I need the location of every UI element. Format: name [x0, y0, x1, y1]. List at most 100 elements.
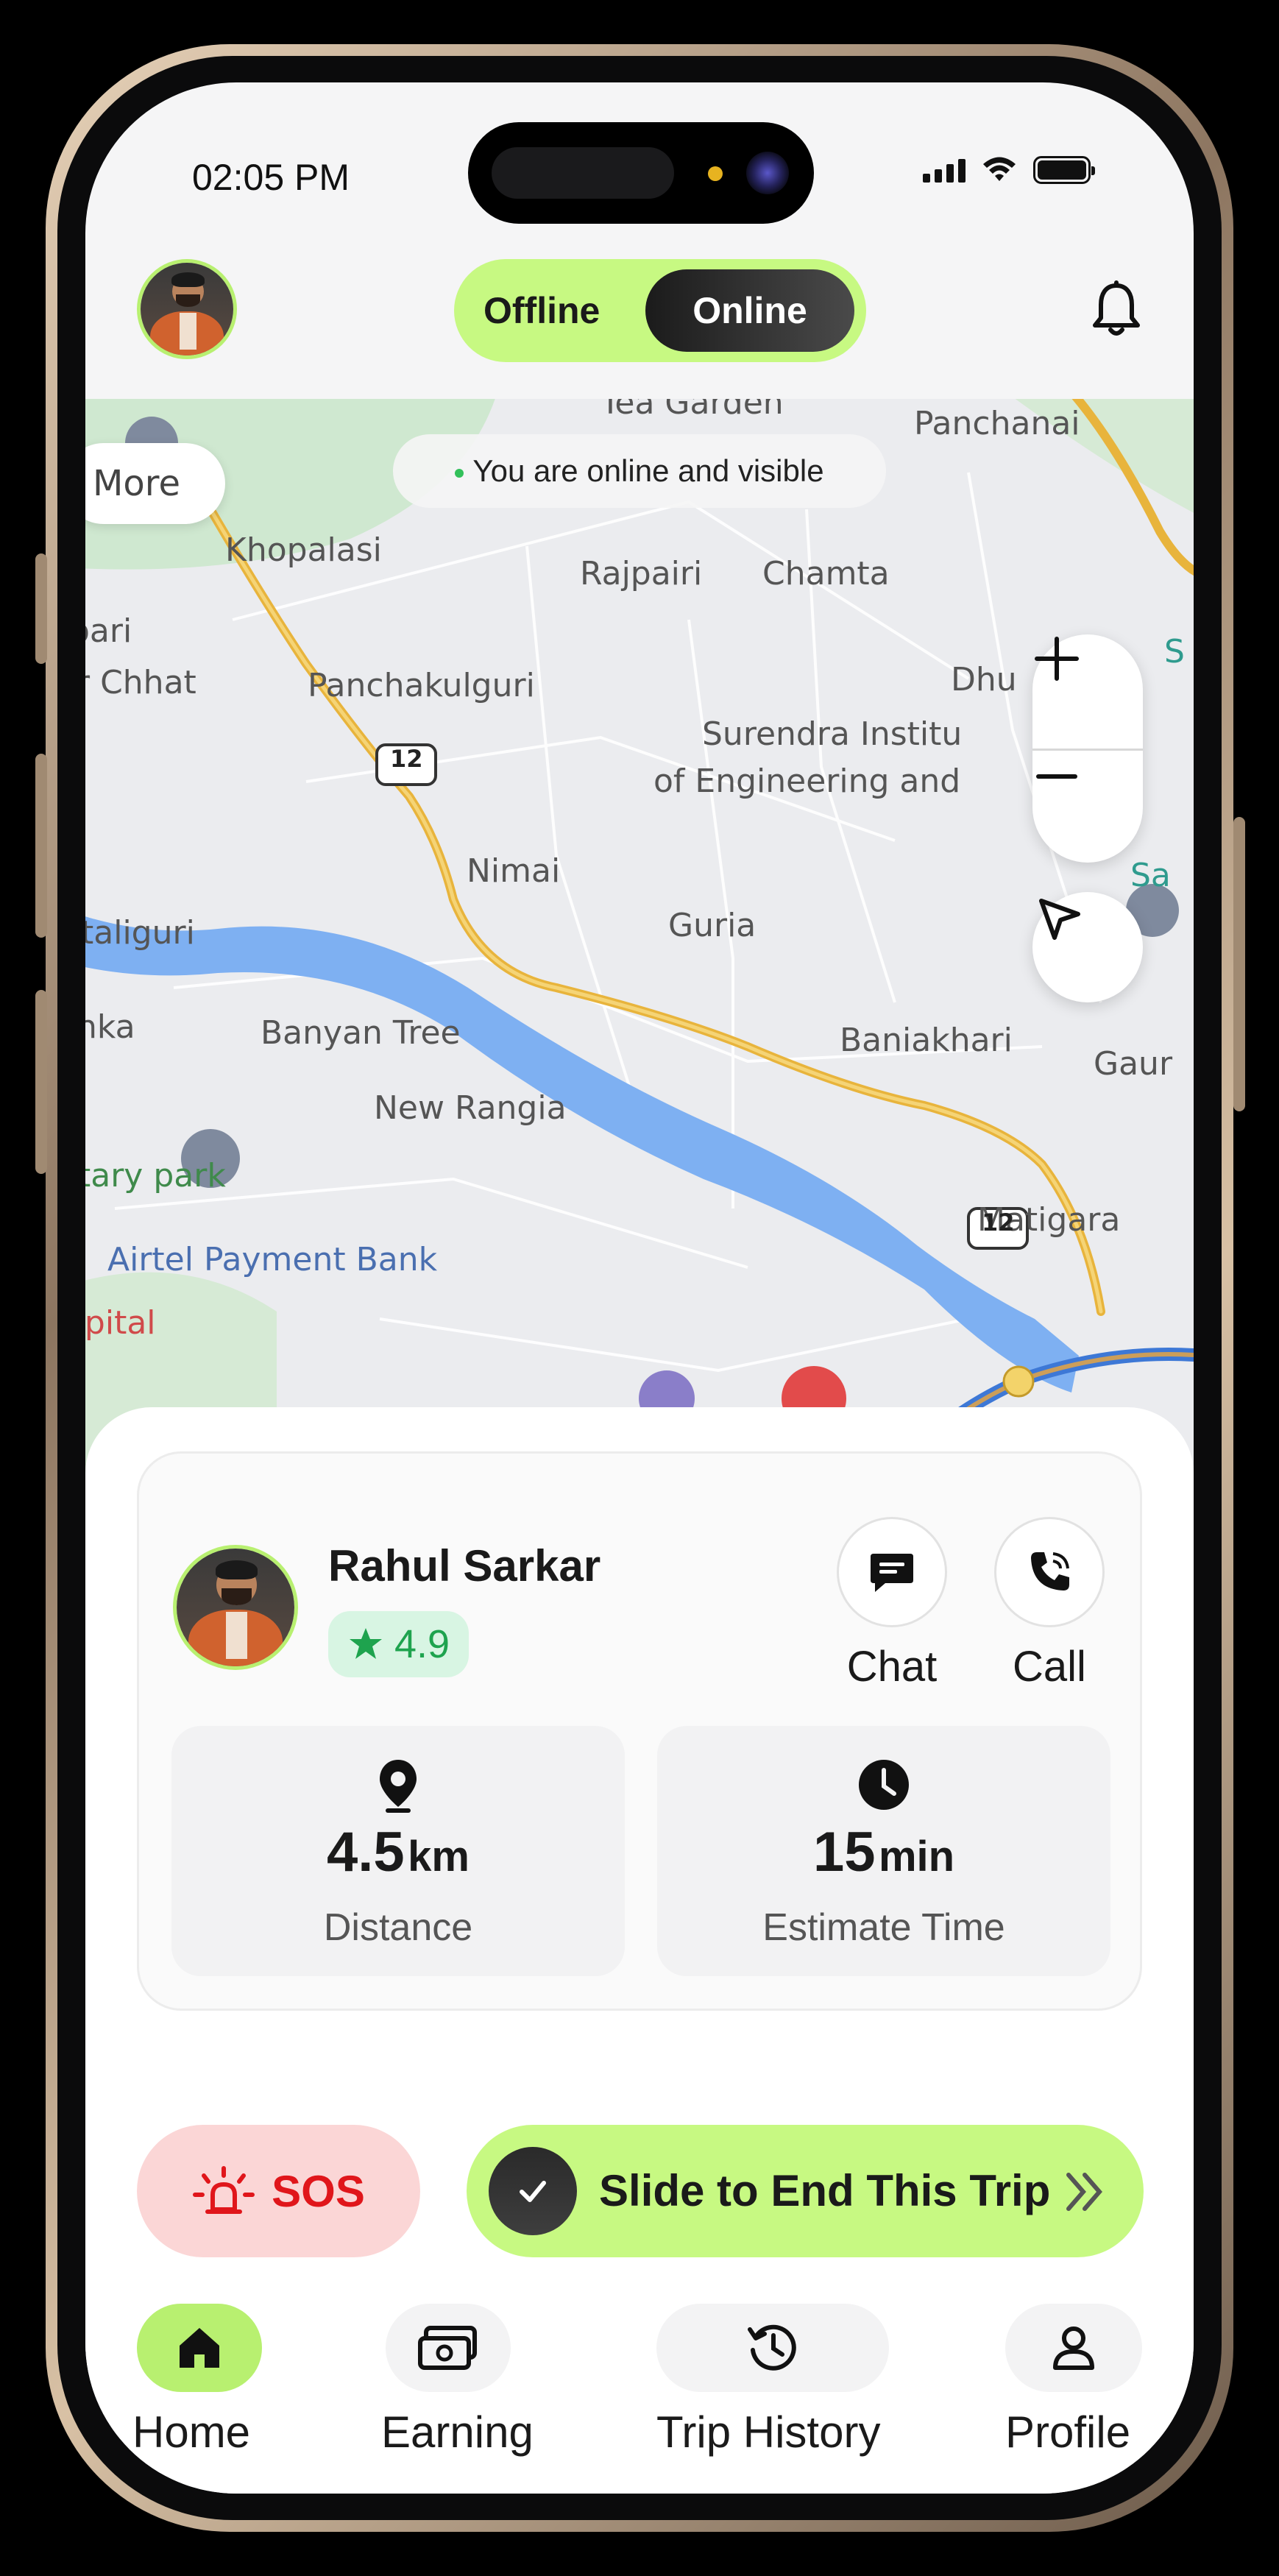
- sos-label: SOS: [272, 2166, 365, 2216]
- trip-sheet: Rahul Sarkar 4.9 Chat Call 4.5 km Distan…: [85, 1407, 1194, 2494]
- map-label: Airtel Payment Bank: [107, 1241, 438, 1278]
- map-label: taliguri: [85, 914, 195, 952]
- call-label: Call: [1013, 1643, 1086, 1691]
- zoom-out-button[interactable]: [1032, 752, 1143, 863]
- recenter-button[interactable]: [1032, 892, 1143, 1002]
- island-sensor: [492, 147, 674, 199]
- slide-to-end-trip[interactable]: Slide to End This Trip: [467, 2125, 1144, 2257]
- dynamic-island: [468, 122, 814, 224]
- map-label: Dhu: [951, 661, 1017, 698]
- map-label: Rajpairi: [580, 555, 703, 592]
- zoom-control: [1032, 634, 1143, 863]
- distance-unit: km: [408, 1833, 470, 1880]
- zoom-divider: [1032, 749, 1143, 751]
- online-dot-icon: [455, 468, 464, 478]
- status-icons: [923, 156, 1095, 184]
- user-icon: [1053, 2326, 1094, 2370]
- check-icon: [520, 2181, 546, 2202]
- slide-label: Slide to End This Trip: [599, 2166, 1051, 2215]
- map-label: Gaur: [1094, 1045, 1173, 1083]
- route-shield-label: 12: [982, 1209, 1015, 1236]
- map-label: of Engineering and: [653, 762, 961, 800]
- nav-profile-icon-wrap: [1005, 2304, 1142, 2392]
- chat-label: Chat: [846, 1643, 938, 1691]
- map-label: Panchanai: [914, 405, 1080, 442]
- driver-name: Rahul Sarkar: [328, 1541, 601, 1590]
- rating-value: 4.9: [394, 1622, 450, 1666]
- map-label: bari: [85, 612, 132, 650]
- distance-label: Distance: [323, 1906, 473, 1949]
- map-view[interactable]: Tea Garden Panchanai More You are online…: [85, 399, 1194, 1488]
- nav-earning-icon-wrap: [386, 2304, 511, 2392]
- distance-stat: 4.5 km Distance: [171, 1726, 625, 1976]
- bell-icon[interactable]: [1083, 277, 1149, 343]
- wifi-icon: [983, 157, 1016, 181]
- status-time: 02:05 PM: [192, 157, 350, 198]
- history-icon: [748, 2324, 796, 2371]
- zoom-in-button[interactable]: [1032, 634, 1143, 745]
- front-camera: [746, 152, 789, 194]
- nav-label-trip-history: Trip History: [656, 2407, 881, 2457]
- more-button[interactable]: More: [85, 443, 225, 524]
- volume-up-button: [35, 754, 47, 938]
- double-chevron-right-icon: [1066, 2173, 1102, 2211]
- estimate-time-stat: 15 min Estimate Time: [657, 1726, 1110, 1976]
- volume-down-button: [35, 990, 47, 1174]
- navigation-arrow-icon: [1039, 899, 1080, 940]
- toggle-offline-option[interactable]: Offline: [483, 259, 600, 362]
- nav-history-icon-wrap: [656, 2304, 889, 2392]
- map-label: Surendra Institu: [702, 715, 963, 753]
- money-icon: [418, 2326, 477, 2370]
- time-number: 15: [812, 1821, 876, 1883]
- map-label: Chamta: [762, 555, 890, 592]
- phone-call-icon: [1031, 1552, 1069, 1590]
- nav-home-icon-wrap: [137, 2304, 262, 2392]
- nav-label-home: Home: [132, 2407, 251, 2457]
- plus-icon: [1035, 637, 1079, 681]
- time-label: Estimate Time: [762, 1906, 1005, 1949]
- route-shield-label: 12: [390, 745, 423, 773]
- map-label: r Chhat: [85, 664, 196, 701]
- passenger-avatar: [173, 1545, 298, 1670]
- online-toggle[interactable]: Offline Online: [454, 259, 866, 362]
- signal-icon: [923, 158, 966, 183]
- chat-icon: [871, 1554, 913, 1592]
- map-label: spital: [85, 1304, 156, 1342]
- time-value: 15 min: [657, 1820, 1110, 1884]
- call-button[interactable]: [994, 1517, 1105, 1627]
- map-label: hka: [85, 1008, 135, 1046]
- home-icon: [180, 2328, 219, 2368]
- driver-avatar[interactable]: [137, 259, 237, 359]
- siren-icon: [193, 2166, 255, 2214]
- toggle-online-option[interactable]: Online: [645, 269, 854, 352]
- minus-icon: [1036, 774, 1077, 779]
- privacy-indicator-dot: [708, 166, 723, 181]
- distance-value: 4.5 km: [171, 1820, 625, 1884]
- map-label: Baniakhari: [840, 1022, 1013, 1059]
- time-unit: min: [878, 1833, 955, 1880]
- chat-button[interactable]: [837, 1517, 947, 1627]
- distance-number: 4.5: [327, 1821, 405, 1883]
- map-label: tary park: [85, 1157, 226, 1195]
- action-button: [35, 553, 47, 664]
- slide-handle[interactable]: [489, 2147, 577, 2235]
- battery-icon: [1033, 156, 1095, 184]
- location-pin-icon: [380, 1760, 417, 1813]
- map-label: Nimai: [467, 852, 561, 890]
- map-label: Panchakulguri: [308, 667, 535, 704]
- map-label: S: [1164, 633, 1185, 670]
- rating-badge: 4.9: [328, 1611, 470, 1677]
- online-status-pill: You are online and visible: [393, 434, 886, 508]
- power-button: [1233, 817, 1245, 1111]
- map-label: Guria: [668, 907, 757, 944]
- sos-button[interactable]: SOS: [137, 2125, 420, 2257]
- driver-card: Rahul Sarkar 4.9 Chat Call 4.5 km Distan…: [137, 1451, 1142, 2011]
- app-screen: 02:05 PM Offline Online Tea Garden Panch…: [85, 82, 1194, 2494]
- map-label: New Rangia: [374, 1089, 567, 1127]
- nav-label-profile: Profile: [1005, 2407, 1131, 2457]
- star-icon: [350, 1628, 382, 1659]
- clock-icon: [859, 1760, 909, 1810]
- map-label: Tea Garden: [600, 399, 784, 422]
- map-label: Khopalasi: [225, 531, 382, 569]
- map-label: Banyan Tree: [261, 1014, 461, 1052]
